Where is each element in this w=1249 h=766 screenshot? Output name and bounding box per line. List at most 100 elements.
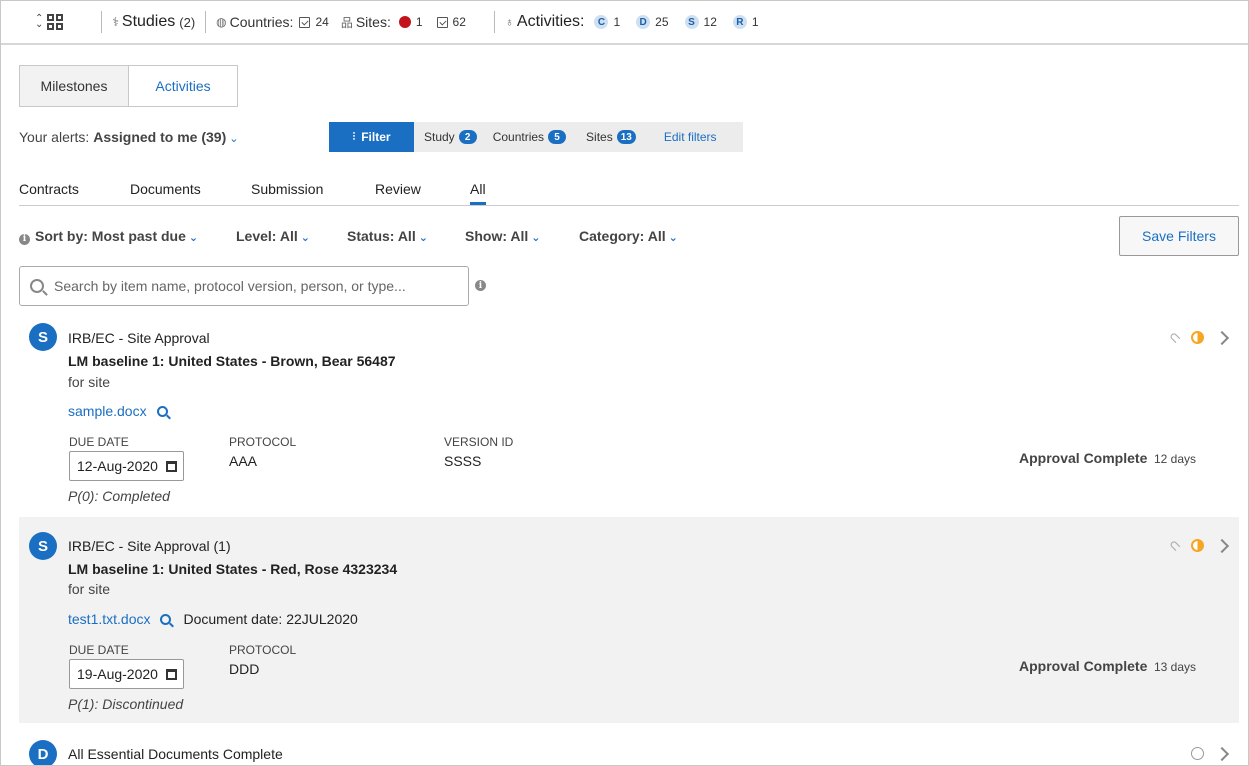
protocol-value: DDD — [229, 661, 260, 677]
in-progress-icon — [1191, 331, 1204, 344]
top-summary-bar: ⌃ ⌄ ⚕ Studies (2) ◍ Countries: 24 品 Sites… — [1, 1, 1248, 45]
due-date-field[interactable]: 12-Aug-2020 — [69, 451, 184, 481]
divider — [101, 11, 103, 33]
calendar-icon[interactable] — [166, 461, 177, 472]
sites-filter-label: Sites — [586, 130, 613, 144]
tab-review[interactable]: Review — [375, 181, 421, 197]
preview-search-icon[interactable] — [156, 405, 168, 417]
sites-filter-chip[interactable]: Sites 13 — [586, 130, 636, 144]
bell-icon: ♁ — [504, 15, 514, 29]
filter-bar: ⫶ Filter Study 2 Countries 5 Sites 13 Ed… — [329, 122, 743, 152]
chevron-down-icon: ⌄ — [229, 133, 239, 145]
card-file: test1.txt.docx Document date: 22JUL2020 — [68, 611, 358, 627]
status-label: Status: All — [347, 228, 416, 244]
countries-label: Countries: — [229, 14, 294, 30]
chevron-right-icon[interactable] — [1214, 746, 1230, 762]
study-filter-chip[interactable]: Study 2 — [424, 130, 477, 144]
countries-summary[interactable]: ◍ Countries: 24 品 Sites: 1 62 — [216, 1, 474, 43]
paperclip-icon[interactable]: ⊂ — [1165, 327, 1185, 347]
activity-type-badge: D — [636, 15, 651, 29]
category-dropdown[interactable]: Category: All ⌄ — [579, 228, 678, 244]
category-label: Category: All — [579, 228, 666, 244]
activity-type-badge: S — [684, 15, 699, 29]
countries-filter-chip[interactable]: Countries 5 — [493, 130, 567, 144]
filter-button[interactable]: ⫶ Filter — [329, 122, 414, 152]
sort-by-dropdown[interactable]: i Sort by: Most past due ⌄ — [19, 228, 198, 245]
preview-search-icon[interactable] — [160, 613, 172, 625]
file-link[interactable]: sample.docx — [68, 403, 147, 419]
activity-card[interactable]: S IRB/EC - Site Approval (1) LM baseline… — [19, 517, 1239, 723]
grid-view-icon[interactable] — [47, 14, 64, 30]
studies-label: Studies — [121, 13, 176, 30]
version-id-label: VERSION ID — [444, 435, 514, 449]
alerts-prefix: Your alerts: — [19, 129, 90, 145]
days-elapsed: 13 days — [1154, 660, 1197, 674]
file-link[interactable]: test1.txt.docx — [68, 611, 150, 627]
activities-summary[interactable]: ♁ Activities: C 1 D 25 S 12 R 1 — [505, 1, 767, 43]
tab-submission[interactable]: Submission — [251, 181, 323, 197]
status-dropdown[interactable]: Status: All ⌄ — [347, 228, 428, 244]
show-dropdown[interactable]: Show: All ⌄ — [465, 228, 540, 244]
category-tabs: Contracts Documents Submission Review Al… — [19, 179, 1239, 206]
search-box — [19, 266, 469, 306]
calendar-icon[interactable] — [166, 669, 177, 680]
tab-activities[interactable]: Activities — [129, 65, 238, 107]
search-input[interactable] — [54, 278, 454, 294]
countries-filter-count: 5 — [548, 130, 567, 144]
sites-label: Sites: — [355, 14, 391, 30]
level-dropdown[interactable]: Level: All ⌄ — [236, 228, 310, 244]
sites-count: 62 — [452, 15, 466, 29]
document-date: Document date: 22JUL2020 — [183, 611, 358, 627]
alerts-selector[interactable]: Your alerts: Assigned to me (39) ⌄ — [19, 129, 238, 145]
search-icon — [30, 279, 44, 293]
card-file: sample.docx — [68, 403, 168, 419]
studies-summary[interactable]: ⚕ Studies (2) — [112, 1, 195, 43]
checked-calendar-icon — [436, 16, 448, 28]
studies-count: (2) — [179, 14, 196, 30]
chevron-down-icon: ⌄ — [300, 232, 310, 244]
activity-count: 1 — [751, 15, 759, 29]
card-title: All Essential Documents Complete — [68, 746, 283, 762]
paperclip-icon[interactable]: ⊂ — [1165, 535, 1185, 555]
edit-filters-link[interactable]: Edit filters — [664, 130, 717, 144]
days-elapsed: 12 days — [1154, 452, 1197, 466]
activity-card[interactable]: S IRB/EC - Site Approval LM baseline 1: … — [19, 311, 1239, 517]
study-filter-label: Study — [424, 130, 455, 144]
globe-icon: ◍ — [216, 15, 227, 29]
progress-status: P(1): Discontinued — [68, 696, 184, 712]
chevron-right-icon[interactable] — [1214, 330, 1230, 346]
activity-card[interactable]: D All Essential Documents Complete — [19, 723, 1239, 765]
tab-contracts[interactable]: Contracts — [19, 181, 79, 197]
tab-documents[interactable]: Documents — [130, 181, 201, 197]
activity-count: 1 — [613, 15, 621, 29]
tab-all[interactable]: All — [470, 181, 486, 205]
level-label: Level: All — [236, 228, 298, 244]
card-scope: for site — [68, 374, 111, 390]
due-date-label: DUE DATE — [69, 435, 129, 449]
approval-status: Approval Complete — [1019, 450, 1148, 466]
sites-hierarchy-icon: 品 — [340, 15, 353, 30]
protocol-label: PROTOCOL — [229, 643, 297, 657]
countries-count: 24 — [315, 15, 329, 29]
sliders-icon: ⫶ — [352, 130, 356, 143]
activity-count: 25 — [655, 15, 669, 29]
checked-calendar-icon — [299, 16, 311, 28]
save-filters-button[interactable]: Save Filters — [1119, 216, 1239, 256]
card-scope: for site — [68, 581, 111, 597]
search-info-icon[interactable]: i — [475, 280, 486, 291]
chevron-right-icon[interactable] — [1214, 538, 1230, 554]
chevron-down-icon: ⌄ — [188, 232, 199, 244]
due-date-field[interactable]: 19-Aug-2020 — [69, 659, 184, 689]
activities-label: Activities: — [516, 13, 585, 30]
card-title: IRB/EC - Site Approval (1) — [68, 538, 231, 554]
sort-by-label: Sort by: Most past due — [35, 228, 186, 244]
info-icon: i — [19, 233, 30, 245]
divider — [493, 11, 495, 33]
activity-type-avatar: S — [29, 532, 57, 560]
tab-milestones[interactable]: Milestones — [19, 65, 129, 107]
card-subtitle: LM baseline 1: United States - Brown, Be… — [68, 353, 396, 369]
version-id-value: SSSS — [444, 453, 482, 469]
not-started-icon — [1191, 747, 1204, 760]
expand-collapse-icon[interactable]: ⌃ ⌄ — [35, 14, 43, 30]
sites-filter-count: 13 — [616, 130, 636, 144]
